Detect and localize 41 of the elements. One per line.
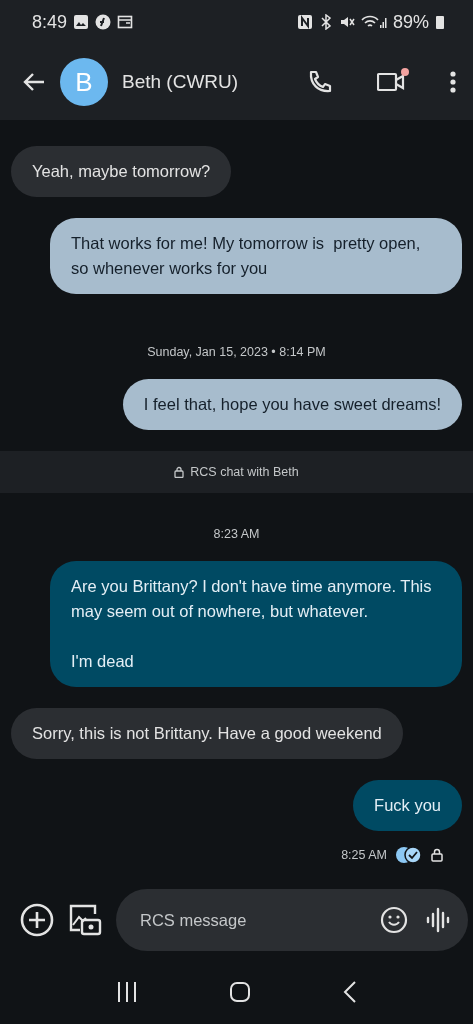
smiley-icon [380,906,408,934]
message-bubble[interactable]: Fuck you [353,780,462,831]
sound-wave-icon [426,907,450,933]
gallery-camera-button[interactable] [68,903,102,937]
timestamp: 8:23 AM [213,527,260,541]
message-bubble[interactable]: Are you Brittany? I don't have time anymore. This may seem out of nowhere, but whatever. I'm dead [50,561,462,687]
battery-percent: 89% [392,11,429,33]
recent-apps-icon [115,981,138,1003]
home-button[interactable] [229,981,252,1003]
banner-text: RCS chat with Beth [190,465,299,479]
message-bubble[interactable]: I feel that, hope you have sweet dreams! [122,379,462,430]
message-bubble[interactable]: That works for me! My tomorrow is pretty open, so whenever works for you [50,218,462,294]
contact-name[interactable]: Beth (CWRU) [122,71,293,93]
home-icon [229,981,252,1003]
message-bubble[interactable]: Yeah, maybe tomorrow? [11,146,232,197]
bluetooth-icon [318,14,333,30]
voice-message-button[interactable] [426,907,450,933]
recent-apps-button[interactable] [115,981,138,1003]
lock-icon [431,848,443,862]
message-bubble[interactable]: Sorry, this is not Brittany. Have a good weekend [11,708,403,759]
nfc-icon [296,14,313,30]
add-button[interactable] [20,903,54,937]
emoji-button[interactable] [380,906,408,934]
back-nav-button[interactable] [343,981,358,1003]
call-button[interactable] [307,69,333,95]
lock-icon [174,466,185,478]
more-options-button[interactable] [449,70,457,94]
circle-app-icon [95,14,112,30]
wifi-signal-icon [360,14,387,30]
plus-circle-icon [20,903,54,937]
gallery-camera-icon [68,903,102,937]
chevron-left-icon [343,981,358,1003]
gallery-icon [73,14,90,30]
video-camera-icon [377,72,405,92]
timestamp: Sunday, Jan 15, 2023 • 8:14 PM [147,345,326,359]
phone-icon [307,69,333,95]
timestamp: 8:25 AM [341,848,387,862]
battery-icon [435,14,445,30]
more-options-icon [449,70,457,94]
status-time: 8:49 [32,11,68,33]
mute-icon [338,14,355,30]
